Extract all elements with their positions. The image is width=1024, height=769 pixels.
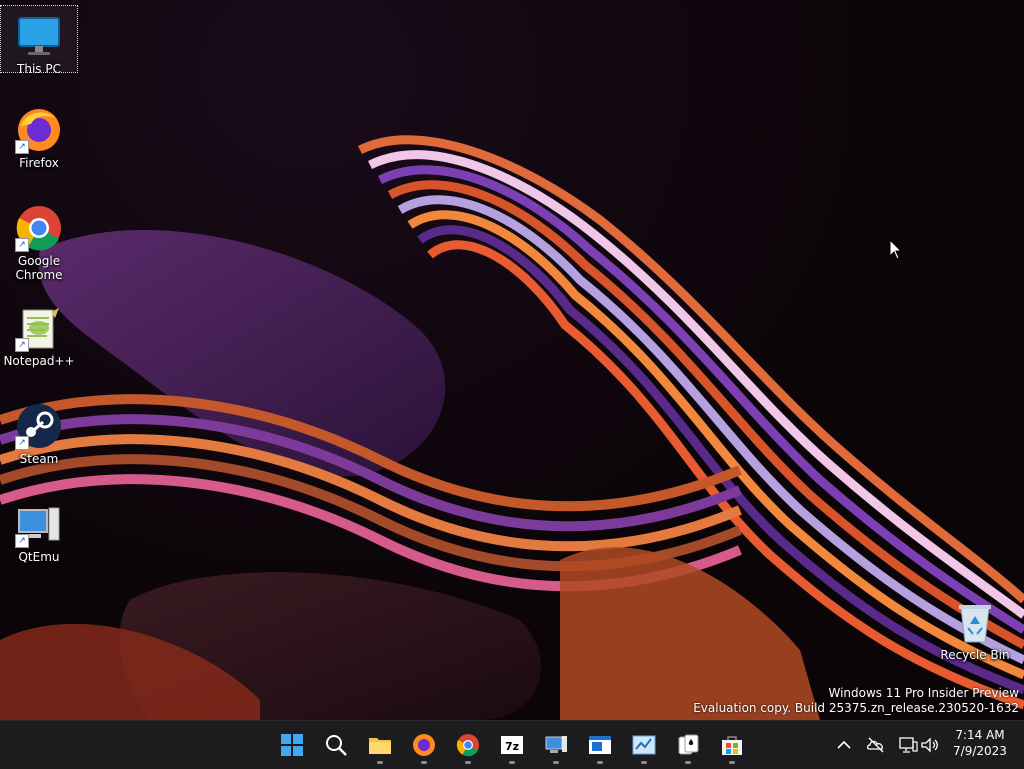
tray-overflow-button[interactable]: [834, 735, 854, 755]
cards-icon: [678, 734, 699, 755]
running-indicator: [597, 761, 603, 764]
desktop-icon-label: Steam: [19, 452, 59, 466]
desktop-icon-label: Notepad++: [3, 354, 75, 368]
taskbar-chrome[interactable]: [448, 725, 488, 765]
desktop-icon-steam[interactable]: ↗ Steam: [1, 396, 77, 466]
desktop-icon-notepadpp[interactable]: ↗ Notepad++: [1, 298, 77, 368]
volume-icon: [921, 737, 938, 753]
tray-volume[interactable]: [920, 735, 940, 755]
taskbar-search-button[interactable]: [316, 725, 356, 765]
window-icon: [589, 736, 611, 754]
taskbar-window-app[interactable]: [580, 725, 620, 765]
taskbar: 7z 7:14 AM 7/9/2023: [0, 720, 1024, 769]
shortcut-arrow-icon: ↗: [15, 140, 29, 154]
svg-text:7z: 7z: [505, 740, 519, 753]
running-indicator: [377, 761, 383, 764]
taskbar-store[interactable]: [712, 725, 752, 765]
running-indicator: [509, 761, 515, 764]
desktop[interactable]: This PC ↗ Firefox ↗ Google Chrome ↗ Note…: [0, 0, 1024, 720]
desktop-icon-firefox[interactable]: ↗ Firefox: [1, 100, 77, 170]
chevron-up-icon: [837, 740, 851, 749]
clock-time: 7:14 AM: [955, 728, 1005, 742]
windows-watermark: Windows 11 Pro Insider Preview Evaluatio…: [693, 686, 1019, 716]
onedrive-icon: [866, 737, 884, 753]
control-panel-icon: [632, 735, 656, 755]
recycle-bin-icon: [951, 598, 999, 646]
running-indicator: [553, 761, 559, 764]
search-icon: [326, 735, 347, 756]
qtemu-icon: ↗: [15, 500, 63, 548]
store-icon: [722, 736, 742, 755]
running-indicator: [685, 761, 691, 764]
notepadpp-icon: ↗: [15, 304, 63, 352]
computer-icon: [545, 736, 567, 753]
taskbar-remote-desktop[interactable]: [536, 725, 576, 765]
tray-clock[interactable]: 7:14 AM 7/9/2023: [940, 727, 1020, 759]
taskbar-firefox[interactable]: [404, 725, 444, 765]
taskbar-file-explorer[interactable]: [360, 725, 400, 765]
taskbar-start-button[interactable]: [272, 725, 312, 765]
clock-date: 7/9/2023: [953, 744, 1007, 758]
folder-icon: [369, 738, 391, 754]
desktop-icon-label: QtEmu: [18, 550, 60, 564]
tray-onedrive[interactable]: [866, 735, 886, 755]
desktop-icon-this-pc[interactable]: This PC: [0, 5, 78, 76]
firefox-icon: ↗: [15, 106, 63, 154]
taskbar-7zip[interactable]: 7z: [492, 725, 532, 765]
desktop-icon-label: Firefox: [19, 156, 59, 170]
windows-start-icon: [281, 734, 303, 756]
tray-network[interactable]: [898, 735, 918, 755]
taskbar-control-panel[interactable]: [624, 725, 664, 765]
running-indicator: [729, 761, 735, 764]
network-icon: [899, 737, 918, 753]
desktop-icon-label: Recycle Bin: [940, 648, 1010, 662]
wallpaper: [0, 135, 1024, 720]
watermark-line-1: Windows 11 Pro Insider Preview: [828, 686, 1019, 700]
shortcut-arrow-icon: ↗: [15, 534, 29, 548]
seven-zip-icon: 7z: [501, 736, 523, 754]
running-indicator: [421, 761, 427, 764]
chrome-icon: ↗: [15, 204, 63, 252]
firefox-icon: [413, 734, 435, 756]
steam-icon: ↗: [15, 402, 63, 450]
watermark-line-2: Evaluation copy. Build 25375.zn_release.…: [693, 701, 1019, 715]
mouse-cursor-icon: [889, 239, 903, 260]
shortcut-arrow-icon: ↗: [15, 338, 29, 352]
desktop-icon-chrome[interactable]: ↗ Google Chrome: [1, 198, 77, 282]
running-indicator: [465, 761, 471, 764]
shortcut-arrow-icon: ↗: [15, 436, 29, 450]
shortcut-arrow-icon: ↗: [15, 238, 29, 252]
desktop-icon-label: Google Chrome: [15, 254, 63, 282]
desktop-icon-label: This PC: [17, 62, 61, 76]
desktop-icon-recycle-bin[interactable]: Recycle Bin: [937, 592, 1013, 662]
taskbar-solitaire[interactable]: [668, 725, 708, 765]
monitor-icon: [15, 12, 63, 60]
running-indicator: [641, 761, 647, 764]
desktop-icon-qtemu[interactable]: ↗ QtEmu: [1, 494, 77, 564]
chrome-icon: [456, 734, 479, 757]
